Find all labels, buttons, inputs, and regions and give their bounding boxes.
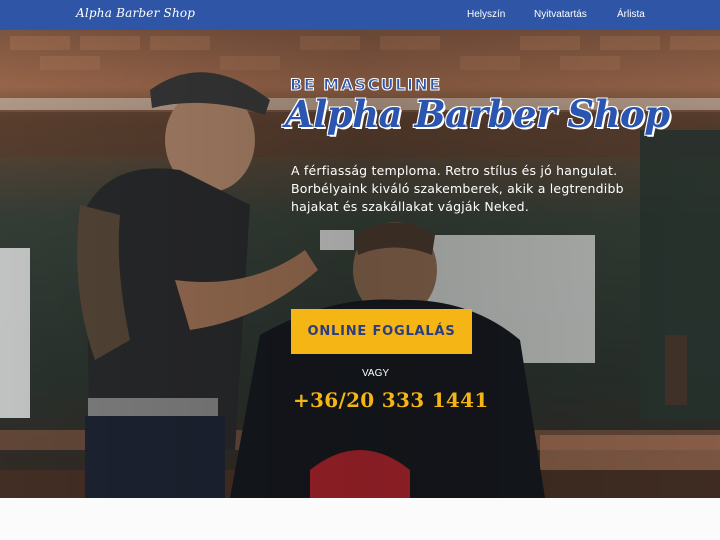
nav-link-price-list[interactable]: Árlista (617, 9, 645, 20)
nav-link-location[interactable]: Helyszín (467, 9, 505, 20)
top-navbar: Alpha Barber Shop Helyszín Nyitvatartás … (0, 0, 720, 30)
brand-logo-link[interactable]: Alpha Barber Shop (76, 6, 195, 20)
hero-description: A férfiasság temploma. Retro stílus és j… (291, 163, 624, 214)
nav-link-opening-hours[interactable]: Nyitvatartás (534, 9, 587, 20)
hero-title: Alpha Barber Shop (285, 92, 670, 136)
online-booking-button[interactable]: ONLINE FOGLALÁS (291, 309, 472, 354)
hero-section: BE MASCULINE Alpha Barber Shop A férfias… (0, 30, 720, 498)
or-separator: VAGY (362, 368, 390, 379)
next-section (0, 498, 720, 540)
phone-number-link[interactable]: +36/20 333 1441 (293, 388, 489, 412)
